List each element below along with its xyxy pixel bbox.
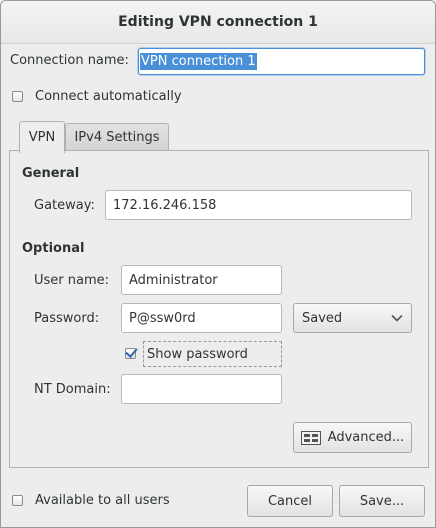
tab-ipv4-settings-label: IPv4 Settings bbox=[74, 129, 160, 145]
password-value: P@ssw0rd bbox=[129, 310, 196, 326]
cancel-button[interactable]: Cancel bbox=[247, 485, 333, 517]
username-label: User name: bbox=[34, 273, 110, 288]
connect-automatically-checkbox[interactable] bbox=[12, 91, 23, 102]
save-button[interactable]: Save... bbox=[339, 485, 425, 517]
general-section-title: General bbox=[22, 166, 80, 181]
nt-domain-input[interactable] bbox=[121, 374, 282, 404]
connect-automatically-label: Connect automatically bbox=[35, 89, 182, 104]
window-titlebar[interactable]: Editing VPN connection 1 bbox=[1, 1, 435, 44]
optional-section-title: Optional bbox=[22, 241, 85, 256]
gateway-label: Gateway: bbox=[34, 198, 95, 213]
settings-grid-icon bbox=[300, 430, 321, 445]
gateway-input[interactable]: 172.16.246.158 bbox=[105, 190, 412, 220]
available-all-users-label: Available to all users bbox=[35, 493, 170, 508]
connection-name-label: Connection name: bbox=[10, 53, 129, 68]
cancel-button-label: Cancel bbox=[267, 493, 313, 509]
vpn-editor-window: Editing VPN connection 1 Connection name… bbox=[0, 0, 436, 528]
nt-domain-label: NT Domain: bbox=[34, 382, 111, 397]
available-all-users-checkbox[interactable] bbox=[12, 495, 23, 506]
password-label: Password: bbox=[34, 311, 100, 326]
chevron-down-icon bbox=[391, 314, 403, 322]
connection-name-input[interactable]: VPN connection 1 bbox=[138, 48, 425, 75]
advanced-button-label: Advanced... bbox=[327, 430, 405, 445]
username-value: Administrator bbox=[129, 272, 218, 288]
username-input[interactable]: Administrator bbox=[121, 265, 282, 295]
window-title: Editing VPN connection 1 bbox=[118, 14, 318, 30]
connection-name-selected-text: VPN connection 1 bbox=[140, 53, 257, 70]
password-storage-dropdown[interactable]: Saved bbox=[293, 303, 412, 333]
gateway-value: 172.16.246.158 bbox=[113, 197, 217, 213]
show-password-label: Show password bbox=[147, 347, 248, 362]
tab-vpn[interactable]: VPN bbox=[19, 121, 65, 153]
advanced-button[interactable]: Advanced... bbox=[293, 422, 412, 453]
tab-ipv4-settings[interactable]: IPv4 Settings bbox=[65, 123, 169, 150]
show-password-checkbox[interactable] bbox=[125, 348, 136, 359]
password-input[interactable]: P@ssw0rd bbox=[121, 303, 282, 333]
tab-vpn-label: VPN bbox=[28, 130, 56, 145]
password-storage-value: Saved bbox=[302, 310, 343, 326]
save-button-label: Save... bbox=[359, 493, 405, 509]
